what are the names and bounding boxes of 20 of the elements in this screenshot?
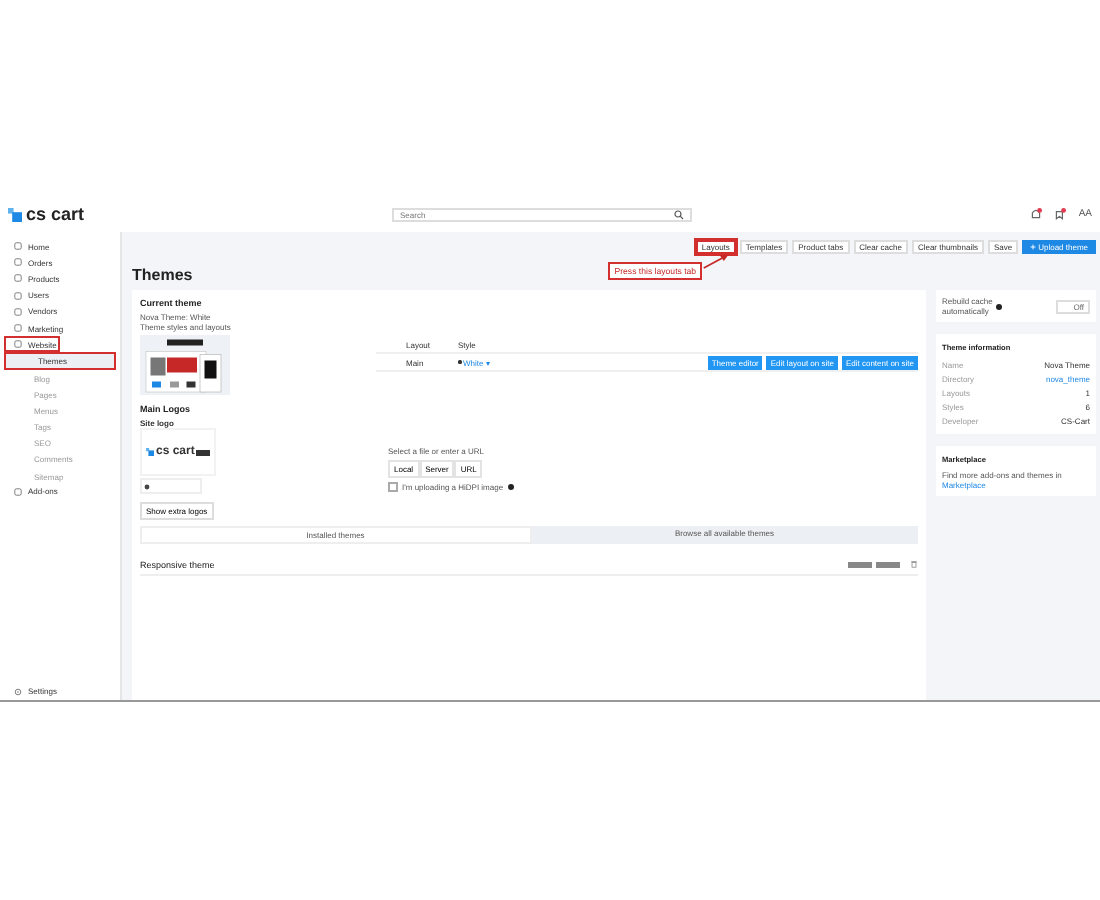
gear-icon <box>14 687 22 696</box>
help-icon[interactable] <box>507 484 514 490</box>
hidpi-checkbox[interactable] <box>388 482 398 492</box>
callout-arrow <box>702 252 731 270</box>
logo-badge <box>196 449 211 455</box>
speech-bubble-icon <box>144 483 150 489</box>
page-title: Themes <box>132 266 193 284</box>
status-chip <box>876 561 900 567</box>
logo-icon <box>8 207 22 221</box>
theme-preview-drawing <box>140 334 230 396</box>
notification-icon[interactable] <box>1030 208 1043 220</box>
alt-text-field[interactable] <box>140 478 202 494</box>
bookmark-icon[interactable] <box>1054 208 1067 220</box>
trash-icon[interactable] <box>910 560 918 568</box>
menu-item-icon <box>14 487 22 496</box>
status-chip <box>848 561 872 567</box>
logo-text: cs cart <box>26 204 85 224</box>
logo-icon <box>146 448 154 456</box>
help-icon[interactable] <box>996 303 1002 309</box>
plus-icon <box>1030 244 1037 250</box>
